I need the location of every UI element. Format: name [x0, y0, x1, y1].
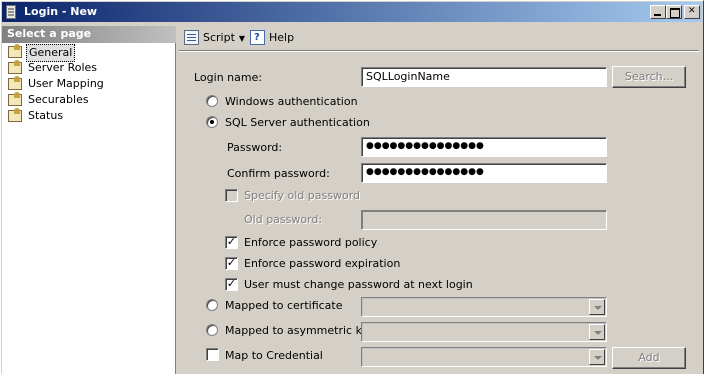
- asymmetric-key-select[interactable]: [361, 322, 607, 342]
- sidebar-item-securables[interactable]: Securables: [6, 92, 106, 108]
- windows-auth-label: Windows authentication: [225, 95, 358, 108]
- password-input[interactable]: ●●●●●●●●●●●●●●●: [361, 137, 607, 157]
- help-label: Help: [269, 31, 295, 44]
- page-selector-pane: Select a page General Server Roles User …: [2, 26, 176, 374]
- sql-auth-label: SQL Server authentication: [225, 116, 370, 129]
- certificate-select[interactable]: [361, 297, 607, 317]
- confirm-password-input[interactable]: ●●●●●●●●●●●●●●●: [361, 163, 607, 183]
- mapped-certificate-label: Mapped to certificate: [225, 299, 343, 312]
- specify-old-password-label: Specify old password: [244, 189, 361, 202]
- minimize-button[interactable]: [650, 5, 666, 19]
- toolbar-divider: [179, 50, 701, 52]
- must-change-checkbox[interactable]: ✓: [225, 278, 238, 291]
- page-icon: [8, 92, 22, 106]
- add-button[interactable]: Add: [612, 347, 686, 369]
- confirm-password-label: Confirm password:: [227, 167, 330, 180]
- old-password-input[interactable]: [361, 210, 607, 230]
- chevron-down-icon[interactable]: [589, 349, 605, 365]
- mapped-asymmetric-key-radio[interactable]: [206, 324, 218, 336]
- sql-auth-radio[interactable]: [206, 116, 218, 128]
- enforce-policy-checkbox[interactable]: ✓: [225, 236, 238, 249]
- must-change-label: User must change password at next login: [244, 278, 473, 291]
- mapped-asymmetric-key-label: Mapped to asymmetric key: [225, 324, 375, 337]
- page-icon: [8, 44, 22, 58]
- toolbar: Script ▼ Help: [179, 26, 701, 50]
- help-icon: [250, 29, 265, 47]
- sidebar-item-label: User Mapping: [28, 77, 104, 90]
- enforce-expiration-label: Enforce password expiration: [244, 257, 401, 270]
- specify-old-password-checkbox[interactable]: [225, 189, 238, 202]
- sidebar-item-label: Status: [28, 109, 64, 122]
- search-button[interactable]: Search...: [612, 66, 686, 88]
- enforce-expiration-checkbox[interactable]: ✓: [225, 257, 238, 270]
- script-icon: [184, 30, 199, 45]
- page-icon: [8, 76, 22, 90]
- page-list: General Server Roles User Mapping Secura…: [6, 44, 106, 124]
- password-label: Password:: [227, 141, 283, 154]
- sidebar-item-label: Securables: [28, 93, 89, 106]
- login-name-input[interactable]: SQLLoginName: [361, 67, 607, 87]
- page-icon: [8, 60, 22, 74]
- sidebar-item-status[interactable]: Status: [6, 108, 106, 124]
- window-app-icon: [6, 5, 16, 19]
- close-button[interactable]: [684, 5, 700, 19]
- sidebar-item-server-roles[interactable]: Server Roles: [6, 60, 106, 76]
- sidebar-item-label: Server Roles: [28, 61, 98, 74]
- chevron-down-icon[interactable]: [589, 324, 605, 340]
- sidebar-item-general[interactable]: General: [6, 44, 106, 62]
- enforce-policy-label: Enforce password policy: [244, 236, 378, 249]
- window-title: Login - New: [24, 5, 98, 18]
- login-name-label: Login name:: [194, 71, 263, 84]
- title-bar: Login - New: [2, 2, 702, 22]
- chevron-down-icon[interactable]: [589, 299, 605, 315]
- help-button[interactable]: Help: [249, 29, 294, 47]
- script-button[interactable]: Script ▼: [183, 29, 245, 47]
- page-icon: [8, 108, 22, 122]
- sidebar-item-user-mapping[interactable]: User Mapping: [6, 76, 106, 92]
- right-edge: [699, 26, 701, 374]
- mapped-certificate-radio[interactable]: [206, 299, 218, 311]
- chevron-down-icon[interactable]: ▼: [239, 30, 245, 48]
- old-password-label: Old password:: [244, 213, 323, 226]
- maximize-button[interactable]: [666, 5, 682, 19]
- login-new-window: Login - New Select a page General Server…: [0, 0, 704, 374]
- credential-select[interactable]: [361, 347, 607, 367]
- select-page-header: Select a page: [2, 26, 176, 43]
- script-label: Script: [203, 31, 235, 44]
- windows-auth-radio[interactable]: [206, 95, 218, 107]
- map-credential-checkbox[interactable]: [206, 348, 219, 361]
- map-credential-label: Map to Credential: [225, 349, 323, 362]
